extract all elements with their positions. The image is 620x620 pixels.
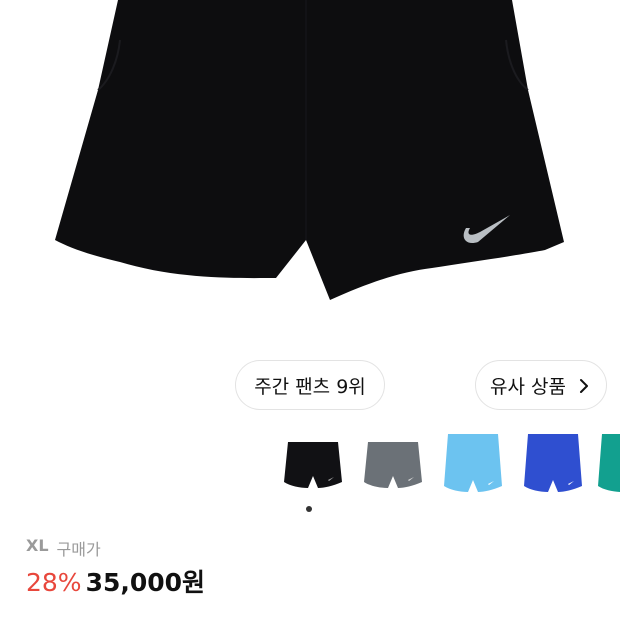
carousel-indicator-dot bbox=[306, 506, 312, 512]
color-thumbnail-carousel[interactable] bbox=[270, 430, 620, 498]
weekly-rank-chip[interactable]: 주간 팬츠 9위 bbox=[235, 360, 385, 410]
thumbnail-black[interactable] bbox=[278, 430, 356, 498]
similar-products-label: 유사 상품 bbox=[490, 375, 566, 398]
size-suffix: 구매가 bbox=[56, 540, 101, 559]
size-purchase-label: XL 구매가 bbox=[26, 536, 101, 560]
weekly-rank-label: 주간 팬츠 9위 bbox=[254, 375, 366, 398]
price-row: 28% 35,000원 bbox=[26, 563, 205, 599]
similar-products-button[interactable]: 유사 상품 bbox=[475, 360, 607, 410]
thumbnail-royal-blue[interactable] bbox=[518, 430, 596, 498]
thumbnail-gray[interactable] bbox=[358, 430, 436, 498]
chevron-right-icon bbox=[576, 377, 592, 393]
thumbnail-sky-blue[interactable] bbox=[438, 430, 516, 498]
thumbnail-teal[interactable] bbox=[598, 430, 620, 498]
discount-rate: 28% bbox=[26, 568, 82, 597]
shorts-image bbox=[55, 0, 564, 300]
sale-price: 35,000원 bbox=[85, 568, 206, 597]
size-value: XL bbox=[26, 536, 49, 555]
product-image[interactable] bbox=[0, 0, 620, 350]
